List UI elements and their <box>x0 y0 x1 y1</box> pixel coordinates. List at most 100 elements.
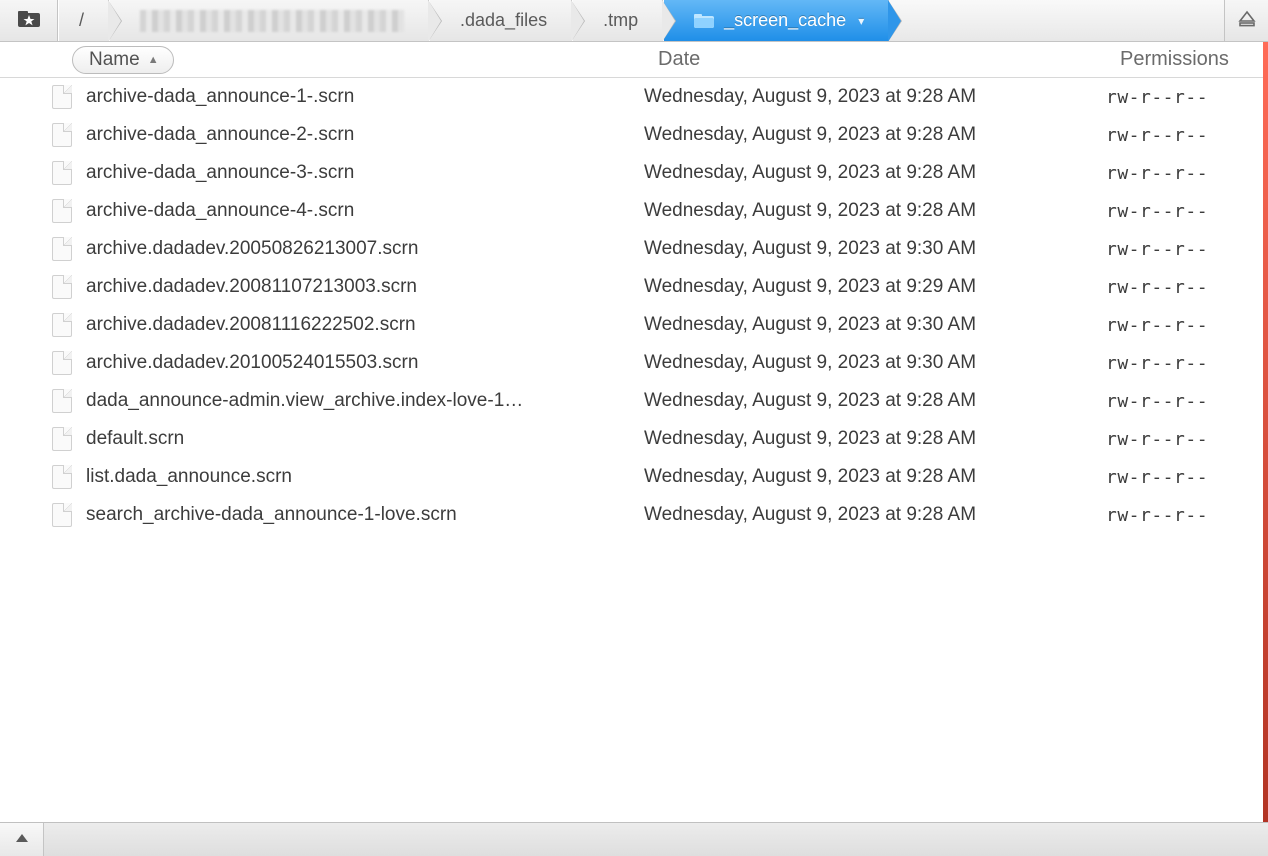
column-headers: Name ▲ Date Permissions <box>0 42 1268 78</box>
star-folder-icon <box>17 10 41 31</box>
file-name: archive-dada_announce-3-.scrn <box>76 162 644 184</box>
document-icon <box>52 465 72 489</box>
file-name: archive.dadadev.20081116222502.scrn <box>76 314 644 336</box>
file-icon <box>48 389 76 413</box>
document-icon <box>52 503 72 527</box>
breadcrumb-segment[interactable]: .tmp <box>572 0 663 41</box>
window-edge-decoration <box>1263 42 1268 822</box>
breadcrumb-segment[interactable]: .dada_files <box>429 0 572 41</box>
folder-icon <box>694 13 714 29</box>
file-permissions: rw-r--r-- <box>1106 277 1268 298</box>
file-date: Wednesday, August 9, 2023 at 9:30 AM <box>644 352 1106 374</box>
file-date: Wednesday, August 9, 2023 at 9:28 AM <box>644 124 1106 146</box>
file-name: default.scrn <box>76 428 644 450</box>
file-date: Wednesday, August 9, 2023 at 9:28 AM <box>644 428 1106 450</box>
file-date: Wednesday, August 9, 2023 at 9:28 AM <box>644 466 1106 488</box>
file-name: archive.dadadev.20100524015503.scrn <box>76 352 644 374</box>
file-icon <box>48 427 76 451</box>
file-row[interactable]: archive.dadadev.20050826213007.scrnWedne… <box>0 230 1268 268</box>
favorites-button[interactable] <box>0 0 58 41</box>
file-row[interactable]: archive.dadadev.20100524015503.scrnWedne… <box>0 344 1268 382</box>
file-permissions: rw-r--r-- <box>1106 391 1268 412</box>
column-permissions-label: Permissions <box>1120 48 1229 70</box>
file-icon <box>48 503 76 527</box>
file-name: search_archive-dada_announce-1-love.scrn <box>76 504 644 526</box>
file-icon <box>48 199 76 223</box>
file-row[interactable]: archive-dada_announce-4-.scrnWednesday, … <box>0 192 1268 230</box>
document-icon <box>52 85 72 109</box>
file-row[interactable]: list.dada_announce.scrnWednesday, August… <box>0 458 1268 496</box>
file-row[interactable]: archive.dadadev.20081116222502.scrnWedne… <box>0 306 1268 344</box>
file-name: archive.dadadev.20050826213007.scrn <box>76 238 644 260</box>
document-icon <box>52 161 72 185</box>
document-icon <box>52 237 72 261</box>
breadcrumb-label: / <box>79 10 84 31</box>
document-icon <box>52 123 72 147</box>
breadcrumb-current[interactable]: _screen_cache ▾ <box>663 0 889 41</box>
column-header-permissions[interactable]: Permissions <box>1120 48 1268 71</box>
document-icon <box>52 199 72 223</box>
file-row[interactable]: archive.dadadev.20081107213003.scrnWedne… <box>0 268 1268 306</box>
file-date: Wednesday, August 9, 2023 at 9:28 AM <box>644 200 1106 222</box>
file-icon <box>48 161 76 185</box>
file-permissions: rw-r--r-- <box>1106 505 1268 526</box>
column-header-date[interactable]: Date <box>658 48 1120 71</box>
file-icon <box>48 237 76 261</box>
file-date: Wednesday, August 9, 2023 at 9:29 AM <box>644 276 1106 298</box>
disclosure-button[interactable] <box>0 823 44 856</box>
file-permissions: rw-r--r-- <box>1106 163 1268 184</box>
file-permissions: rw-r--r-- <box>1106 429 1268 450</box>
document-icon <box>52 427 72 451</box>
eject-icon <box>1238 10 1256 31</box>
breadcrumb-root[interactable]: / <box>58 0 109 41</box>
file-row[interactable]: dada_announce-admin.view_archive.index-l… <box>0 382 1268 420</box>
file-date: Wednesday, August 9, 2023 at 9:30 AM <box>644 314 1106 336</box>
eject-button[interactable] <box>1224 0 1268 41</box>
file-permissions: rw-r--r-- <box>1106 239 1268 260</box>
file-icon <box>48 123 76 147</box>
file-row[interactable]: archive-dada_announce-1-.scrnWednesday, … <box>0 78 1268 116</box>
file-icon <box>48 465 76 489</box>
file-date: Wednesday, August 9, 2023 at 9:28 AM <box>644 86 1106 108</box>
sort-asc-icon: ▲ <box>148 54 159 66</box>
file-name: archive.dadadev.20081107213003.scrn <box>76 276 644 298</box>
document-icon <box>52 351 72 375</box>
file-name: archive-dada_announce-2-.scrn <box>76 124 644 146</box>
file-date: Wednesday, August 9, 2023 at 9:30 AM <box>644 238 1106 260</box>
file-name: archive-dada_announce-4-.scrn <box>76 200 644 222</box>
file-name: archive-dada_announce-1-.scrn <box>76 86 644 108</box>
file-row[interactable]: archive-dada_announce-3-.scrnWednesday, … <box>0 154 1268 192</box>
file-permissions: rw-r--r-- <box>1106 87 1268 108</box>
file-row[interactable]: archive-dada_announce-2-.scrnWednesday, … <box>0 116 1268 154</box>
file-permissions: rw-r--r-- <box>1106 467 1268 488</box>
breadcrumb-segments: / .dada_files .tmp _screen_cache ▾ <box>58 0 1224 41</box>
document-icon <box>52 313 72 337</box>
file-date: Wednesday, August 9, 2023 at 9:28 AM <box>644 504 1106 526</box>
file-row[interactable]: default.scrnWednesday, August 9, 2023 at… <box>0 420 1268 458</box>
file-list: archive-dada_announce-1-.scrnWednesday, … <box>0 78 1268 822</box>
status-bar-track <box>44 823 1268 856</box>
column-header-name[interactable]: Name ▲ <box>72 46 658 74</box>
breadcrumb-label: .dada_files <box>460 10 547 31</box>
sort-pill-name[interactable]: Name ▲ <box>72 46 174 74</box>
document-icon <box>52 389 72 413</box>
triangle-up-icon <box>15 832 29 847</box>
file-permissions: rw-r--r-- <box>1106 125 1268 146</box>
file-row[interactable]: search_archive-dada_announce-1-love.scrn… <box>0 496 1268 534</box>
status-bar <box>0 822 1268 856</box>
file-icon <box>48 275 76 299</box>
breadcrumb-redacted[interactable] <box>109 0 429 41</box>
file-permissions: rw-r--r-- <box>1106 353 1268 374</box>
column-name-label: Name <box>89 49 140 71</box>
file-icon <box>48 313 76 337</box>
breadcrumb-bar: / .dada_files .tmp _screen_cache ▾ <box>0 0 1268 42</box>
file-permissions: rw-r--r-- <box>1106 315 1268 336</box>
document-icon <box>52 275 72 299</box>
file-date: Wednesday, August 9, 2023 at 9:28 AM <box>644 390 1106 412</box>
file-icon <box>48 85 76 109</box>
file-date: Wednesday, August 9, 2023 at 9:28 AM <box>644 162 1106 184</box>
chevron-down-icon: ▾ <box>858 14 864 28</box>
file-icon <box>48 351 76 375</box>
breadcrumb-label: .tmp <box>603 10 638 31</box>
column-date-label: Date <box>658 48 700 70</box>
